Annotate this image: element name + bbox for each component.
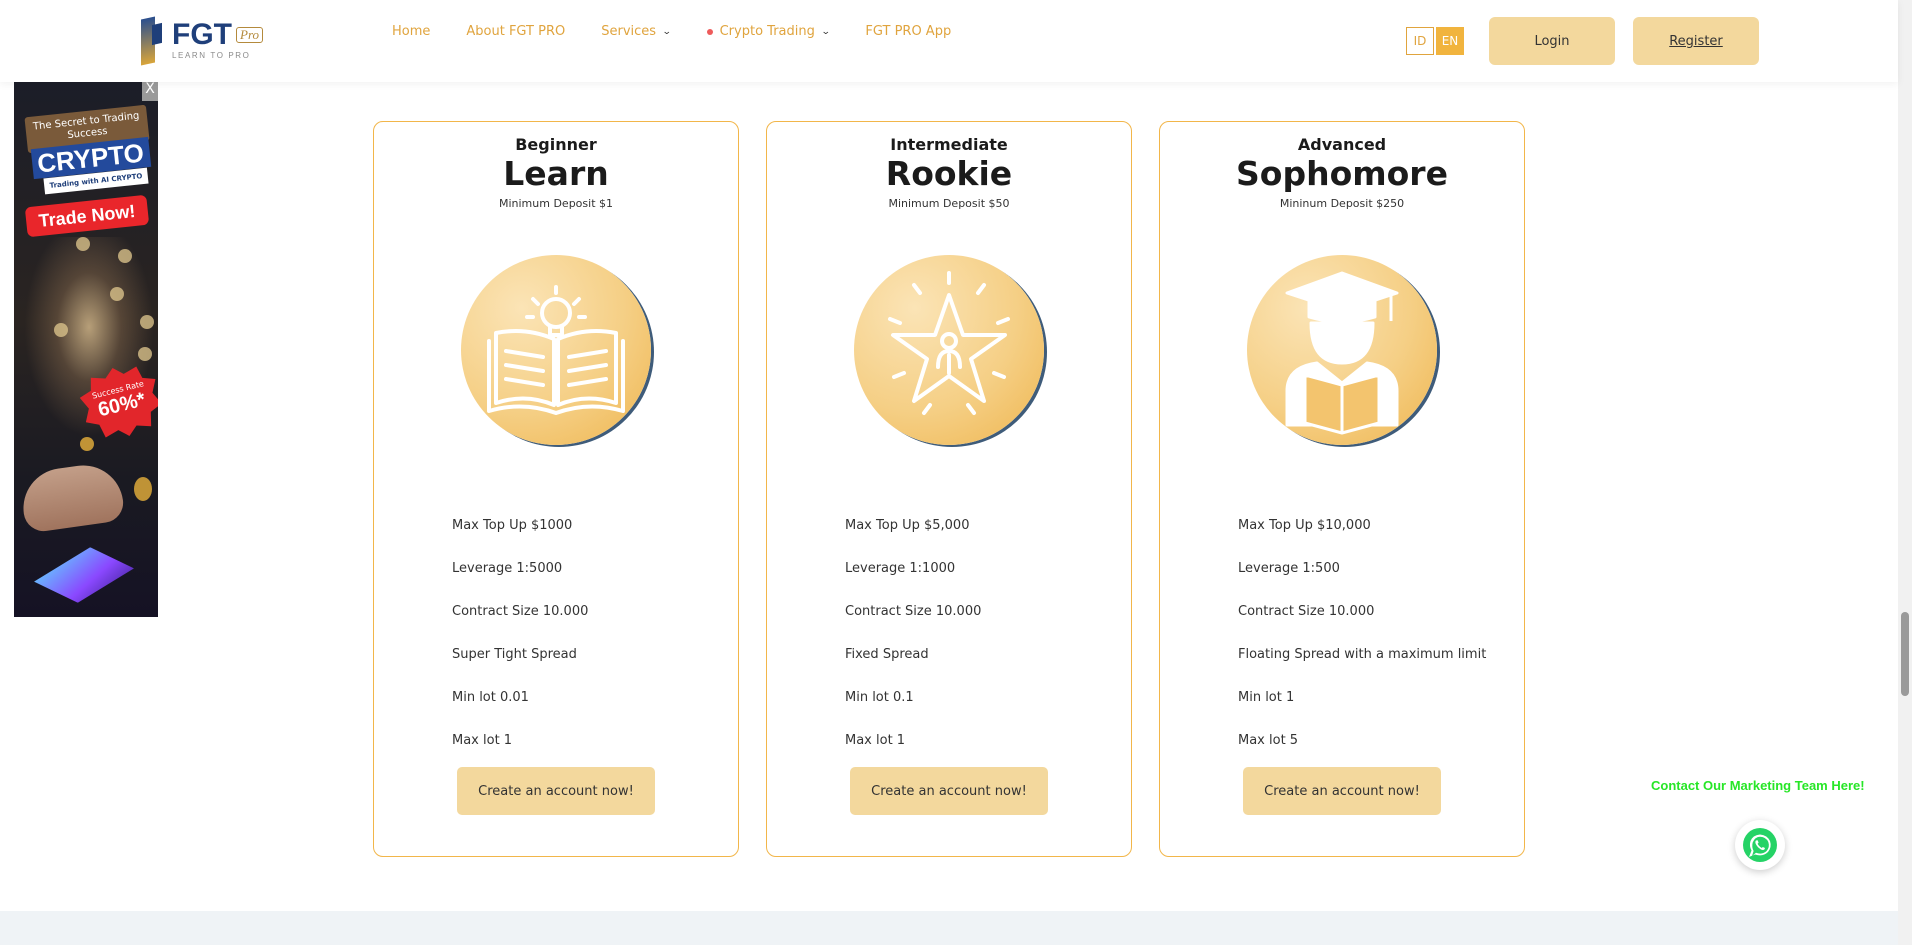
nav-services[interactable]: Services ⌄	[601, 24, 672, 39]
create-account-button[interactable]: Create an account now!	[850, 767, 1048, 815]
coin-icon	[134, 477, 152, 501]
feature-item: Contract Size 10.000	[1238, 604, 1375, 619]
nav-crypto-trading[interactable]: Crypto Trading ⌄	[706, 24, 831, 39]
plan-card-intermediate: Intermediate Rookie Minimum Deposit $50 …	[766, 121, 1132, 857]
nav-home-label: Home	[392, 24, 431, 39]
language-switcher: ID EN	[1406, 27, 1464, 55]
plan-deposit: Minimum Deposit $1	[498, 197, 614, 210]
coin-icon	[54, 323, 68, 337]
plan-level: Beginner	[515, 135, 597, 154]
crypto-ad-banner[interactable]: X The Secret to Trading Success CRYPTO T…	[14, 77, 158, 617]
feature-item: Max Top Up $5,000	[845, 518, 970, 533]
site-header: FGT Pro LEARN TO PRO Home About FGT PRO …	[0, 0, 1898, 82]
feature-item: Floating Spread with a maximum limit	[1238, 647, 1487, 662]
nav-app-label: FGT PRO App	[865, 24, 952, 39]
graduate-reading-icon	[1247, 255, 1437, 445]
plan-card-beginner: Beginner Learn Minimum Deposit $1 Max To…	[373, 121, 739, 857]
register-button[interactable]: Register	[1633, 17, 1759, 65]
logo-pro-badge: Pro	[236, 27, 264, 43]
plan-features: Max Top Up $5,000 Leverage 1:1000 Contra…	[845, 516, 981, 774]
nav-services-label: Services	[601, 24, 657, 39]
lang-id-button[interactable]: ID	[1406, 27, 1434, 55]
contact-marketing-link[interactable]: Contact Our Marketing Team Here!	[1651, 778, 1865, 793]
plan-deposit: Mininum Deposit $250	[1279, 197, 1405, 210]
feature-item: Contract Size 10.000	[845, 604, 982, 619]
fgt-pro-logo[interactable]: FGT Pro LEARN TO PRO	[138, 14, 278, 66]
plan-features: Max Top Up $10,000 Leverage 1:500 Contra…	[1238, 516, 1486, 774]
plan-features: Max Top Up $1000 Leverage 1:5000 Contrac…	[452, 516, 588, 774]
logo-tagline: LEARN TO PRO	[172, 51, 251, 60]
chevron-down-icon: ⌄	[820, 26, 831, 37]
coin-icon	[76, 237, 90, 251]
feature-item: Max Top Up $1000	[452, 518, 573, 533]
feature-item: Min lot 0.01	[452, 690, 529, 705]
ad-ai-chip-image	[28, 541, 140, 610]
logo-text: FGT Pro LEARN TO PRO	[172, 18, 264, 60]
coin-icon	[80, 437, 94, 451]
star-person-icon	[854, 255, 1044, 445]
ad-hand-image	[18, 460, 126, 534]
coin-icon	[110, 287, 124, 301]
create-account-button[interactable]: Create an account now!	[1243, 767, 1441, 815]
feature-item: Leverage 1:5000	[452, 561, 563, 576]
plan-deposit: Minimum Deposit $50	[888, 197, 1010, 210]
nav-about-label: About FGT PRO	[466, 24, 566, 39]
chevron-down-icon: ⌄	[661, 26, 672, 37]
feature-item: Fixed Spread	[845, 647, 929, 662]
login-button[interactable]: Login	[1489, 17, 1615, 65]
lang-en-button[interactable]: EN	[1436, 27, 1464, 55]
logo-brand: FGT	[172, 18, 232, 51]
ad-trade-now-button[interactable]: Trade Now!	[24, 194, 150, 238]
plan-level: Intermediate	[890, 135, 1008, 154]
coin-icon	[138, 347, 152, 361]
feature-item: Super Tight Spread	[452, 647, 577, 662]
nav-home[interactable]: Home	[392, 24, 430, 39]
coin-icon	[118, 249, 132, 263]
nav-about[interactable]: About FGT PRO	[466, 24, 565, 39]
nav-app[interactable]: FGT PRO App	[865, 24, 951, 39]
coin-icon	[140, 315, 154, 329]
plan-card-advanced: Advanced Sophomore Mininum Deposit $250 …	[1159, 121, 1525, 857]
feature-item: Contract Size 10.000	[452, 604, 589, 619]
feature-item: Leverage 1:1000	[845, 561, 956, 576]
logo-mark-icon	[138, 14, 168, 66]
footer-band	[0, 911, 1898, 945]
create-account-button[interactable]: Create an account now!	[457, 767, 655, 815]
scrollbar-thumb[interactable]	[1901, 612, 1909, 696]
whatsapp-icon	[1743, 828, 1777, 862]
plan-name: Rookie	[885, 154, 1013, 193]
plan-level: Advanced	[1297, 135, 1387, 154]
feature-item: Leverage 1:500	[1238, 561, 1340, 576]
page-scrollbar[interactable]	[1898, 0, 1912, 945]
live-dot-icon	[706, 28, 713, 35]
feature-item: Max Top Up $10,000	[1238, 518, 1371, 533]
plan-name: Learn	[503, 154, 609, 193]
open-book-lightbulb-icon	[461, 255, 651, 445]
plan-name: Sophomore	[1236, 154, 1448, 193]
feature-item: Min lot 1	[1238, 690, 1295, 705]
whatsapp-button[interactable]	[1735, 820, 1785, 870]
nav-crypto-trading-label: Crypto Trading	[719, 24, 815, 39]
feature-item: Min lot 0.1	[845, 690, 914, 705]
main-nav: Home About FGT PRO Services ⌄ Crypto Tra…	[392, 24, 987, 39]
